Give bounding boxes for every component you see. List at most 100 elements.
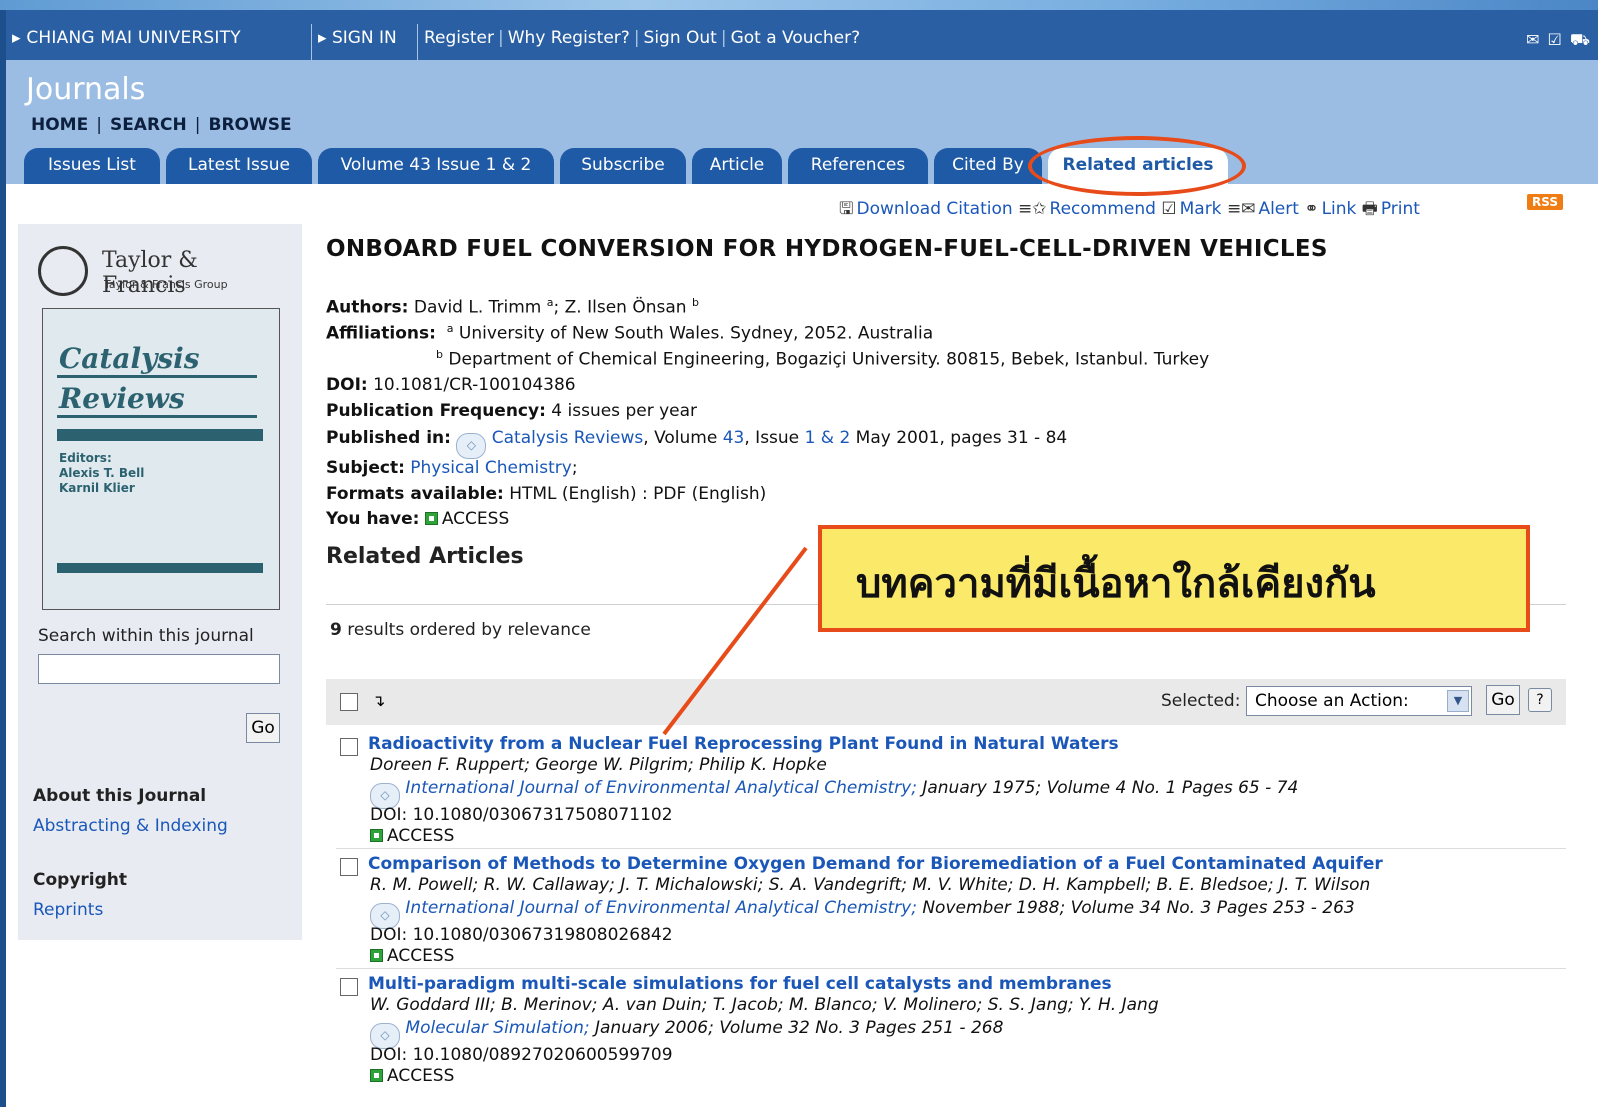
nav-home[interactable]: HOME [31, 115, 88, 135]
journal-search-input[interactable] [38, 654, 280, 684]
related-articles-heading: Related Articles [326, 544, 524, 569]
sign-out-link[interactable]: Sign Out [644, 28, 717, 48]
callout-text: บทความที่มีเนื้อหาใกล้เคียงกัน [856, 561, 1376, 607]
access-icon [424, 512, 438, 525]
recommend-link[interactable]: Recommend [1050, 199, 1156, 219]
result-title-link[interactable]: Comparison of Methods to Determine Oxyge… [368, 854, 1383, 874]
journal-cover[interactable]: Catalysis Reviews Editors: Alexis T. Bell… [42, 308, 280, 610]
result-title-link[interactable]: Radioactivity from a Nuclear Fuel Reproc… [368, 734, 1119, 754]
issue-link[interactable]: 1 & 2 [805, 428, 851, 448]
doi-line: DOI: 10.1081/CR-100104386 [326, 375, 576, 395]
divider [336, 968, 1566, 969]
result-checkbox[interactable] [340, 738, 358, 756]
subject-line: Subject: Physical Chemistry; [326, 458, 578, 478]
selected-label: Selected: [1161, 691, 1241, 711]
result-doi: DOI: 10.1080/08927020600599709 [370, 1045, 673, 1065]
alert-icon: ≡✉ [1226, 199, 1256, 219]
divider [336, 848, 1566, 849]
select-arrow-icon: ↴ [372, 691, 386, 710]
result-item: Multi-paradigm multi-scale simulations f… [336, 974, 1566, 1094]
tab-article[interactable]: Article [692, 148, 782, 188]
subject-link[interactable]: Physical Chemistry [410, 458, 572, 478]
main-nav: HOME | SEARCH | BROWSE [31, 115, 292, 135]
checkbox-icon[interactable]: ☑ [1548, 30, 1570, 49]
result-journal-link[interactable]: International Journal of Environmental A… [405, 898, 917, 918]
result-checkbox[interactable] [340, 858, 358, 876]
author-1[interactable]: David L. Trimm [414, 298, 541, 318]
tab-subscribe[interactable]: Subscribe [560, 148, 686, 188]
result-checkbox[interactable] [340, 978, 358, 996]
you-have-line: You have: ACCESS [326, 509, 510, 529]
about-heading: About this Journal [33, 786, 207, 806]
tab-volume-issue[interactable]: Volume 43 Issue 1 & 2 [318, 148, 554, 188]
mark-icon: ☑ [1161, 199, 1177, 219]
register-link[interactable]: Register [424, 28, 494, 48]
tab-latest-issue[interactable]: Latest Issue [166, 148, 312, 188]
download-citation-link[interactable]: Download Citation [856, 199, 1012, 219]
link-icon: ⚭ [1304, 199, 1319, 219]
print-icon: 🖶 [1361, 199, 1378, 219]
result-title-link[interactable]: Multi-paradigm multi-scale simulations f… [368, 974, 1112, 994]
results-action-bar: ↴ Selected: Choose an Action: ▼ Go ? [326, 679, 1566, 725]
header: Journals HOME | SEARCH | BROWSE Issues List … [6, 60, 1598, 188]
help-button[interactable]: ? [1528, 688, 1552, 712]
cover-editors: Editors: Alexis T. Bell Karnil Klier [59, 451, 145, 495]
action-go-button[interactable]: Go [1486, 685, 1520, 715]
tab-cited-by[interactable]: Cited By [934, 148, 1042, 188]
result-doi: DOI: 10.1080/03067317508071102 [370, 805, 673, 825]
nav-browse[interactable]: BROWSE [209, 115, 292, 135]
access-icon [370, 1069, 383, 1082]
result-item: Comparison of Methods to Determine Oxyge… [336, 854, 1566, 974]
rss-badge[interactable]: RSS [1527, 194, 1563, 210]
journal-search-label: Search within this journal [38, 626, 254, 646]
nav-search[interactable]: SEARCH [110, 115, 187, 135]
copyright-heading: Copyright [33, 870, 128, 890]
tab-issues-list[interactable]: Issues List [24, 148, 160, 188]
journal-search-go-button[interactable]: Go [246, 713, 280, 743]
recommend-icon: ≡✩ [1018, 199, 1047, 219]
link-link[interactable]: Link [1322, 199, 1357, 219]
formats-line: Formats available: HTML (English) : PDF … [326, 484, 767, 504]
result-authors: R. M. Powell; R. W. Callaway; J. T. Mich… [370, 875, 1371, 895]
cart-icon[interactable]: ⛟ [1570, 30, 1598, 49]
result-journal-link[interactable]: International Journal of Environmental A… [405, 778, 917, 798]
access-icon [370, 949, 383, 962]
result-doi: DOI: 10.1080/03067319808026842 [370, 925, 673, 945]
top-decor-strip [0, 0, 1598, 10]
main-content: Taylor & Francis Taylor & Francis Group … [6, 184, 1598, 1107]
result-access: ACCESS [370, 826, 454, 846]
abstracting-indexing-link[interactable]: Abstracting & Indexing [33, 816, 228, 836]
envelope-icon[interactable]: ✉ [1526, 30, 1547, 49]
highlight-circle [1028, 136, 1246, 196]
author-2[interactable]: Z. Ilsen Önsan [565, 298, 687, 318]
alert-link[interactable]: Alert [1258, 199, 1298, 219]
journal-link[interactable]: Catalysis Reviews [492, 428, 644, 448]
institution-label: ▸ CHIANG MAI UNIVERSITY [12, 28, 241, 48]
tab-references[interactable]: References [788, 148, 928, 188]
action-select[interactable]: Choose an Action: ▼ [1246, 686, 1472, 716]
why-register-link[interactable]: Why Register? [508, 28, 630, 48]
result-authors: Doreen F. Ruppert; George W. Pilgrim; Ph… [370, 755, 827, 775]
save-icon: 🖫 [839, 199, 854, 219]
results-count: 9 results ordered by relevance [330, 620, 591, 640]
account-links: Register | Why Register? | Sign Out | Got a Vo… [424, 28, 861, 48]
result-access: ACCESS [370, 946, 454, 966]
journal-info-icon[interactable]: ◇ [456, 433, 487, 459]
select-all-checkbox[interactable] [340, 693, 358, 711]
sign-in-link[interactable]: ▸ SIGN IN [318, 28, 397, 48]
result-journal-link[interactable]: Molecular Simulation; [405, 1018, 589, 1038]
result-authors: W. Goddard III; B. Merinov; A. van Duin;… [370, 995, 1159, 1015]
access-icon [370, 829, 383, 842]
top-bar: ▸ CHIANG MAI UNIVERSITY ▸ SIGN IN Regist… [6, 10, 1598, 70]
volume-link[interactable]: 43 [723, 428, 745, 448]
voucher-link[interactable]: Got a Voucher? [731, 28, 861, 48]
cover-title-1: Catalysis [59, 342, 200, 375]
reprints-link[interactable]: Reprints [33, 900, 103, 920]
lamp-icon [38, 246, 88, 296]
print-link[interactable]: Print [1381, 199, 1420, 219]
affiliation-b-line: b Department of Chemical Engineering, Bo… [436, 348, 1210, 370]
publisher-logo[interactable]: Taylor & Francis Taylor & Francis Group [38, 244, 284, 300]
result-item: Radioactivity from a Nuclear Fuel Reproc… [336, 734, 1566, 854]
mark-link[interactable]: Mark [1180, 199, 1222, 219]
affiliations-line: Affiliations: a University of New South … [326, 322, 934, 344]
